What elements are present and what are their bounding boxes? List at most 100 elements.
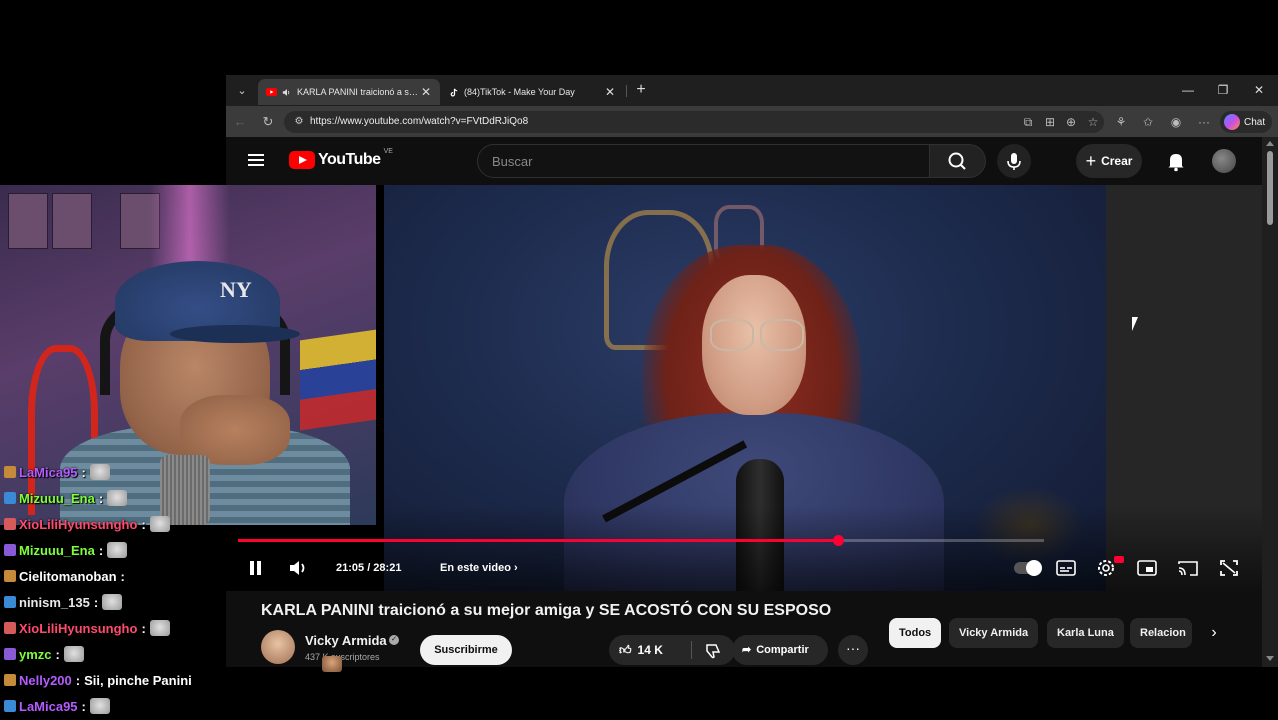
face-emote-icon <box>322 656 342 672</box>
youtube-header: YouTube VE Buscar + Crear <box>226 137 1261 185</box>
chat-username[interactable]: Mizuuu_Ena <box>19 491 95 506</box>
chat-username[interactable]: Cielitomanoban <box>19 569 117 584</box>
fullscreen-icon <box>1220 560 1238 576</box>
chevron-right-icon[interactable]: › <box>1202 621 1226 645</box>
tab-close-icon[interactable]: ✕ <box>420 85 432 99</box>
chapters-button[interactable]: En este video › <box>440 555 518 581</box>
chat-separator: : <box>141 620 146 636</box>
app-available-icon[interactable]: ⊞ <box>1041 113 1059 131</box>
progress-bar[interactable] <box>238 535 1044 546</box>
dislike-button[interactable] <box>692 635 735 665</box>
subscribe-button[interactable]: Suscribirme <box>420 635 512 665</box>
window-close-icon[interactable]: ✕ <box>1247 80 1271 100</box>
translate-icon[interactable]: ⧉ <box>1019 113 1037 131</box>
screen: ⌄ KARLA PANINI traicionó a su mejor amig… <box>0 0 1278 720</box>
share-button[interactable]: ➦ Compartir <box>732 635 828 665</box>
like-dislike-group: 👍︎ 14 K <box>609 635 735 665</box>
search-input[interactable]: Buscar <box>477 144 930 178</box>
zoom-icon[interactable]: ⊕ <box>1062 113 1080 131</box>
chat-message: Mizuuu_Ena: <box>4 540 128 560</box>
voice-search-button[interactable] <box>997 144 1031 178</box>
chat-separator: : <box>93 594 99 610</box>
refresh-icon[interactable]: ↻ <box>258 112 278 132</box>
scroll-down-arrow-icon[interactable] <box>1266 656 1274 661</box>
autoplay-toggle[interactable] <box>1014 560 1042 576</box>
progress-scrubber[interactable] <box>832 535 844 546</box>
chat-username[interactable]: LaMica95 <box>19 465 78 480</box>
chat-username[interactable]: XioLiliHyunsungho <box>19 621 137 636</box>
youtube-logo-text: YouTube <box>318 151 381 168</box>
chat-username[interactable]: ninism_135 <box>19 595 90 610</box>
tab-actions-menu-icon[interactable]: ⌄ <box>232 81 252 101</box>
chip-vicky-armida[interactable]: Vicky Armida <box>949 618 1039 648</box>
chat-username[interactable]: Mizuuu_Ena <box>19 543 95 558</box>
page-scrollbar[interactable] <box>1262 137 1278 667</box>
country-code: VE <box>383 147 393 155</box>
minimize-icon[interactable]: — <box>1176 80 1200 100</box>
youtube-logo[interactable]: YouTube VE <box>289 147 393 169</box>
chat-message: LaMica95: <box>4 696 110 716</box>
time-display: 21:05 / 28:21 <box>336 562 402 574</box>
favorite-star-icon[interactable]: ☆ <box>1084 113 1102 131</box>
tiktok-icon <box>450 88 458 96</box>
speaker-icon[interactable] <box>282 88 292 97</box>
chip-relacion[interactable]: Relacion <box>1130 618 1192 648</box>
chip-karla-luna[interactable]: Karla Luna <box>1047 618 1124 648</box>
url-text[interactable]: https://www.youtube.com/watch?v=FVtDdRJi… <box>310 115 528 129</box>
site-info-icon[interactable]: ⚙ <box>292 115 306 129</box>
cast-button[interactable] <box>1176 557 1200 579</box>
cat-emote-icon <box>89 464 110 480</box>
chat-username[interactable]: LaMica95 <box>19 699 78 714</box>
cap-brim <box>170 325 300 343</box>
cat-emote-icon <box>149 620 170 636</box>
create-button[interactable]: + Crear <box>1076 144 1142 178</box>
user-avatar[interactable] <box>1212 149 1236 173</box>
scroll-up-arrow-icon[interactable] <box>1266 141 1274 146</box>
search-button[interactable] <box>930 144 986 178</box>
tab-youtube[interactable]: KARLA PANINI traicionó a su mejor amiga … <box>258 79 440 105</box>
tab-tiktok[interactable]: (84)TikTok - Make Your Day ✕ <box>442 79 624 105</box>
mouse-cursor-icon <box>1132 317 1138 331</box>
profile-icon[interactable]: ◉ <box>1167 113 1185 131</box>
tab-close-icon[interactable]: ✕ <box>604 85 616 99</box>
restore-icon[interactable]: ❐ <box>1211 80 1235 100</box>
cat-emote-icon <box>149 516 170 532</box>
volume-button[interactable] <box>288 555 310 581</box>
chat-badge-icon <box>4 466 16 478</box>
chat-separator: : <box>81 698 86 714</box>
fullscreen-button[interactable] <box>1217 557 1241 579</box>
chat-username[interactable]: Nelly200 <box>19 673 72 688</box>
collections-icon[interactable]: ✩ <box>1139 113 1157 131</box>
chip-todos[interactable]: Todos <box>889 618 942 648</box>
back-arrow-icon[interactable]: ← <box>230 112 250 132</box>
extensions-icon[interactable]: ⚘ <box>1112 113 1130 131</box>
copilot-chat-button[interactable]: Chat <box>1220 111 1272 133</box>
like-button[interactable]: 👍︎ 14 K <box>609 635 691 665</box>
youtube-page: YouTube VE Buscar + Crear 21:05 / 28:21 … <box>226 137 1278 667</box>
subtitles-button[interactable] <box>1054 557 1078 579</box>
video-player[interactable]: 21:05 / 28:21 En este video › <box>226 185 1262 591</box>
subtitles-icon <box>1056 560 1076 576</box>
video-details: KARLA PANINI traicionó a su mejor amiga … <box>226 591 1262 667</box>
more-actions-button[interactable]: ··· <box>838 635 868 665</box>
channel-name[interactable]: Vicky Armida <box>305 633 387 648</box>
new-tab-plus-icon[interactable]: + <box>631 80 651 100</box>
scroll-thumb[interactable] <box>1267 151 1273 225</box>
notifications-bell-icon[interactable] <box>1164 149 1188 173</box>
youtube-icon <box>266 88 277 96</box>
progress-fill <box>238 539 838 542</box>
chat-username[interactable]: XioLiliHyunsungho <box>19 517 137 532</box>
chat-badge-icon <box>4 492 16 504</box>
chat-text: Sii, pinche Panini <box>84 672 192 688</box>
chat-badge-icon <box>4 570 16 582</box>
more-options-icon[interactable]: ··· <box>1195 113 1213 131</box>
url-field[interactable]: ⚙ https://www.youtube.com/watch?v=FVtDdR… <box>284 111 1104 133</box>
chat-separator: : <box>81 464 86 480</box>
chat-username[interactable]: ymzc <box>19 647 52 662</box>
miniplayer-button[interactable] <box>1135 557 1159 579</box>
stream-chat: LaMica95: Mizuuu_Ena: XioLiliHyunsungho: Mi… <box>0 460 342 720</box>
chat-badge-icon <box>4 518 16 530</box>
miniplayer-icon <box>1137 560 1157 576</box>
menu-hamburger-icon[interactable] <box>248 151 268 171</box>
wall-poster <box>52 193 92 249</box>
